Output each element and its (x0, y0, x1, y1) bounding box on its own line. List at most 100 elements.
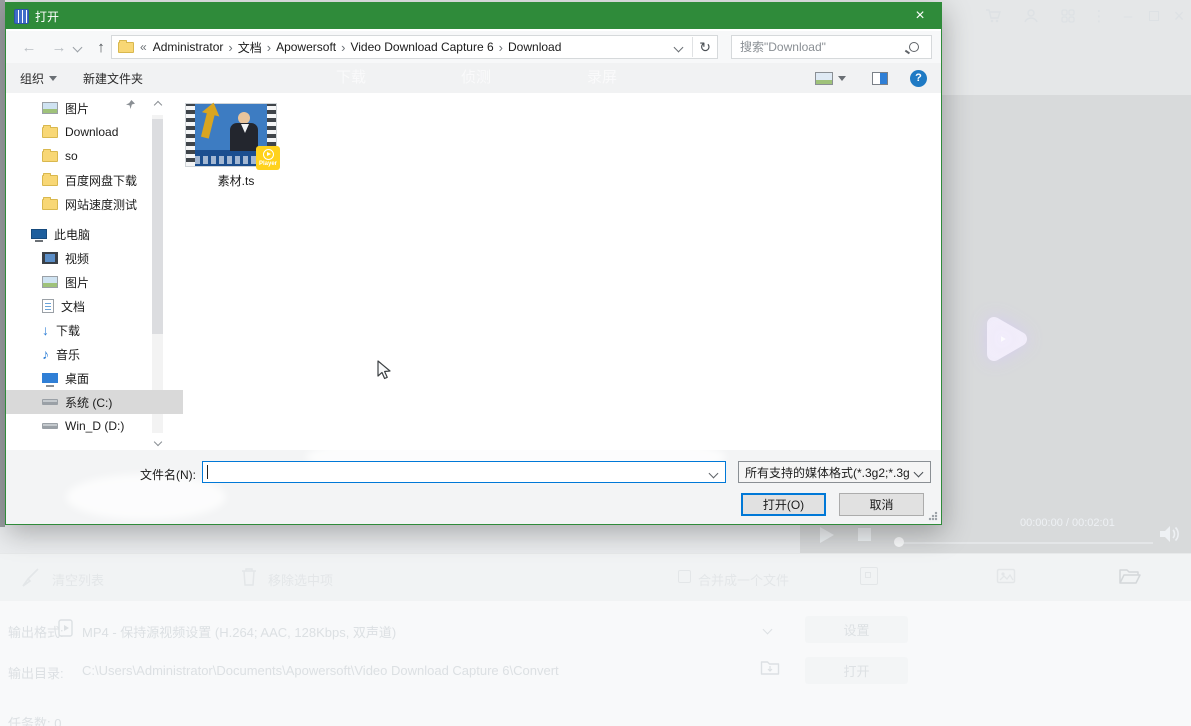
player-badge: Player (256, 146, 280, 170)
close-app-icon[interactable] (1168, 6, 1190, 26)
view-dropdown-icon[interactable] (838, 75, 846, 81)
player-badge-icon (262, 149, 274, 160)
filename-input[interactable] (202, 461, 726, 483)
sidebar-item-this-pc[interactable]: 此电脑 (6, 222, 172, 246)
thumbnail-graphic (200, 111, 216, 139)
volume-icon[interactable] (1157, 523, 1181, 550)
edit-icon[interactable] (860, 567, 878, 585)
sidebar-item-download[interactable]: Download (6, 120, 183, 144)
file-name-label: 素材.ts (217, 174, 255, 188)
scroll-up-icon[interactable] (152, 98, 163, 112)
preview-pane-icon[interactable] (872, 71, 888, 85)
cart-icon[interactable] (982, 6, 1004, 26)
folder-icon (118, 39, 134, 53)
folder-icon (42, 148, 58, 162)
dialog-title: 打开 (35, 9, 60, 24)
new-folder-button[interactable]: 新建文件夹 (83, 70, 143, 87)
sidebar-item-pictures[interactable]: 图片 (6, 270, 183, 294)
music-icon (42, 347, 49, 361)
merge-checkbox[interactable] (678, 570, 691, 583)
sidebar-item-desktop[interactable]: 桌面 (6, 366, 183, 390)
dialog-toolbar: 组织 新建文件夹 ? (6, 63, 941, 94)
videos-icon (42, 252, 58, 264)
player-time: 00:00:00 / 00:02:01 (1020, 517, 1115, 529)
text-caret (207, 465, 208, 479)
clear-list-label[interactable]: 清空列表 (52, 570, 104, 589)
breadcrumb-separator-icon (499, 40, 503, 55)
remove-selected-icon[interactable] (238, 565, 260, 594)
player-badge-label: Player (258, 161, 277, 167)
open-button[interactable]: 打开(O) (741, 493, 826, 516)
dialog-app-icon (14, 8, 29, 24)
dialog-footer: 文件名(N): 所有支持的媒体格式(*.3g2;*.3g 打开(O) 取消 (6, 450, 941, 524)
back-icon[interactable] (18, 37, 40, 57)
search-icon[interactable] (909, 42, 919, 52)
refresh-icon[interactable] (693, 39, 717, 56)
sidebar-item-documents[interactable]: 文档 (6, 294, 183, 318)
search-input[interactable] (732, 40, 909, 54)
output-format-label: 输出格式: (8, 625, 64, 640)
breadcrumb-item[interactable]: Apowersoft (276, 40, 336, 54)
merge-label[interactable]: 合并成一个文件 (698, 570, 789, 589)
user-icon[interactable] (1020, 6, 1042, 26)
cancel-button[interactable]: 取消 (839, 493, 924, 516)
view-thumbnails-icon[interactable] (815, 71, 833, 85)
open-output-button[interactable]: 打开 (805, 657, 908, 684)
open-folder-icon[interactable] (1118, 565, 1142, 592)
breadcrumb[interactable]: « Administrator 文档 Apowersoft Video Down… (111, 35, 718, 59)
filetype-select[interactable]: 所有支持的媒体格式(*.3g2;*.3g (738, 461, 931, 483)
filename-dropdown-icon[interactable] (708, 468, 719, 479)
forward-icon[interactable] (48, 37, 70, 57)
breadcrumb-item[interactable]: Administrator (153, 40, 224, 54)
task-count: 任务数: 0 (8, 716, 62, 726)
search-box[interactable] (731, 35, 932, 59)
play-overlay-button[interactable] (968, 304, 1038, 379)
filename-label: 文件名(N): (140, 468, 196, 482)
settings-button[interactable]: 设置 (805, 616, 908, 643)
sidebar-item-speedtest[interactable]: 网站速度测试 (6, 192, 183, 216)
resize-grip[interactable] (928, 511, 938, 521)
up-icon[interactable] (90, 37, 112, 57)
breadcrumb-item[interactable]: 文档 (238, 39, 262, 56)
clear-list-icon[interactable] (18, 566, 42, 595)
dialog-titlebar[interactable]: 打开 (6, 3, 941, 29)
apps-grid-icon[interactable] (1057, 6, 1079, 26)
drive-icon (42, 399, 58, 405)
file-item-sucai-ts[interactable]: Player 素材.ts (184, 104, 288, 190)
screen: 下载 侦测 录屏 00:00:00 / 00:02:01 清空列表 移除选中项 … (0, 0, 1191, 726)
snapshot-icon[interactable] (996, 566, 1016, 591)
desktop-icon (42, 373, 58, 387)
change-folder-icon[interactable] (760, 659, 780, 682)
maximize-icon[interactable] (1143, 6, 1165, 26)
player-seek-handle[interactable] (894, 537, 904, 547)
organize-button[interactable]: 组织 (20, 70, 44, 87)
breadcrumb-item[interactable]: Video Download Capture 6 (350, 40, 493, 54)
list-toolbar: 清空列表 移除选中项 合并成一个文件 (0, 553, 1191, 603)
sidebar-item-music[interactable]: 音乐 (6, 342, 183, 366)
player-stop-icon[interactable] (858, 528, 871, 541)
pictures-icon (42, 276, 58, 288)
sidebar-item-system-c[interactable]: 系统 (C:) (6, 390, 183, 414)
remove-selected-label[interactable]: 移除选中项 (268, 570, 333, 589)
pin-icon (126, 100, 135, 112)
minimize-icon[interactable] (1117, 6, 1139, 26)
sidebar-item-baidu[interactable]: 百度网盘下载 (6, 168, 183, 192)
help-icon[interactable]: ? (910, 69, 927, 87)
sidebar-item-win-d[interactable]: Win_D (D:) (6, 414, 183, 438)
drive-icon (42, 423, 58, 429)
sidebar-item-downloads[interactable]: 下载 (6, 318, 183, 342)
player-seekbar[interactable] (903, 542, 1153, 544)
sidebar-item-videos[interactable]: 视频 (6, 246, 183, 270)
breadcrumb-separator-icon (341, 40, 345, 55)
sidebar-item-so[interactable]: so (6, 144, 183, 168)
recent-locations-icon[interactable] (70, 37, 84, 57)
dialog-close-icon[interactable] (899, 3, 941, 29)
address-dropdown-icon[interactable] (673, 42, 684, 52)
format-dropdown-icon[interactable] (762, 624, 773, 635)
output-area: 输出格式: MP4 - 保持源视频设置 (H.264; AAC, 128Kbps… (0, 601, 1191, 726)
breadcrumb-separator-icon (228, 40, 232, 55)
output-dir-label: 输出目录: (8, 666, 64, 681)
breadcrumb-item[interactable]: Download (508, 40, 561, 54)
menu-kebab-icon[interactable] (1090, 6, 1108, 26)
player-play-icon[interactable] (820, 527, 834, 543)
